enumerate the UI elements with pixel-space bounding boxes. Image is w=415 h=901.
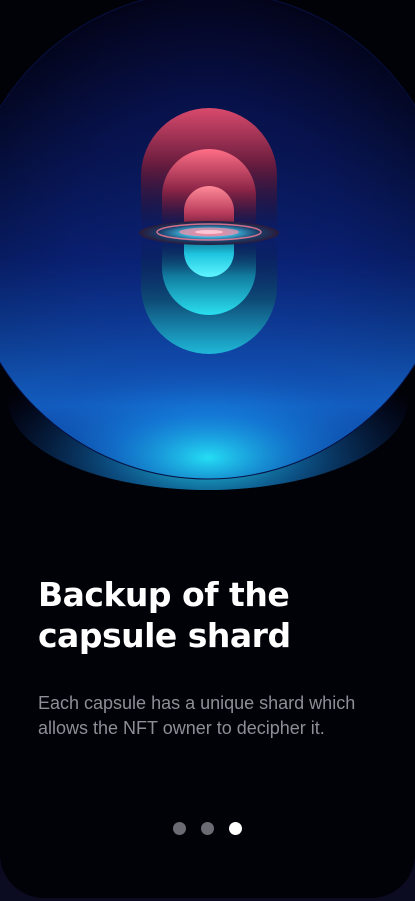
page-dot-3-active[interactable] xyxy=(229,822,242,835)
page-description: Each capsule has a unique shard which al… xyxy=(38,693,356,738)
page-dot-2[interactable] xyxy=(201,822,214,835)
page-dot-1[interactable] xyxy=(173,822,186,835)
onboarding-card: Backup of the capsule shard Each capsule… xyxy=(0,0,415,898)
capsule-shard-illustration xyxy=(0,0,415,520)
onboarding-screen: Backup of the capsule shard Each capsule… xyxy=(0,0,415,901)
page-title: Backup of the capsule shard xyxy=(38,575,291,655)
pagination-dots xyxy=(0,822,415,836)
